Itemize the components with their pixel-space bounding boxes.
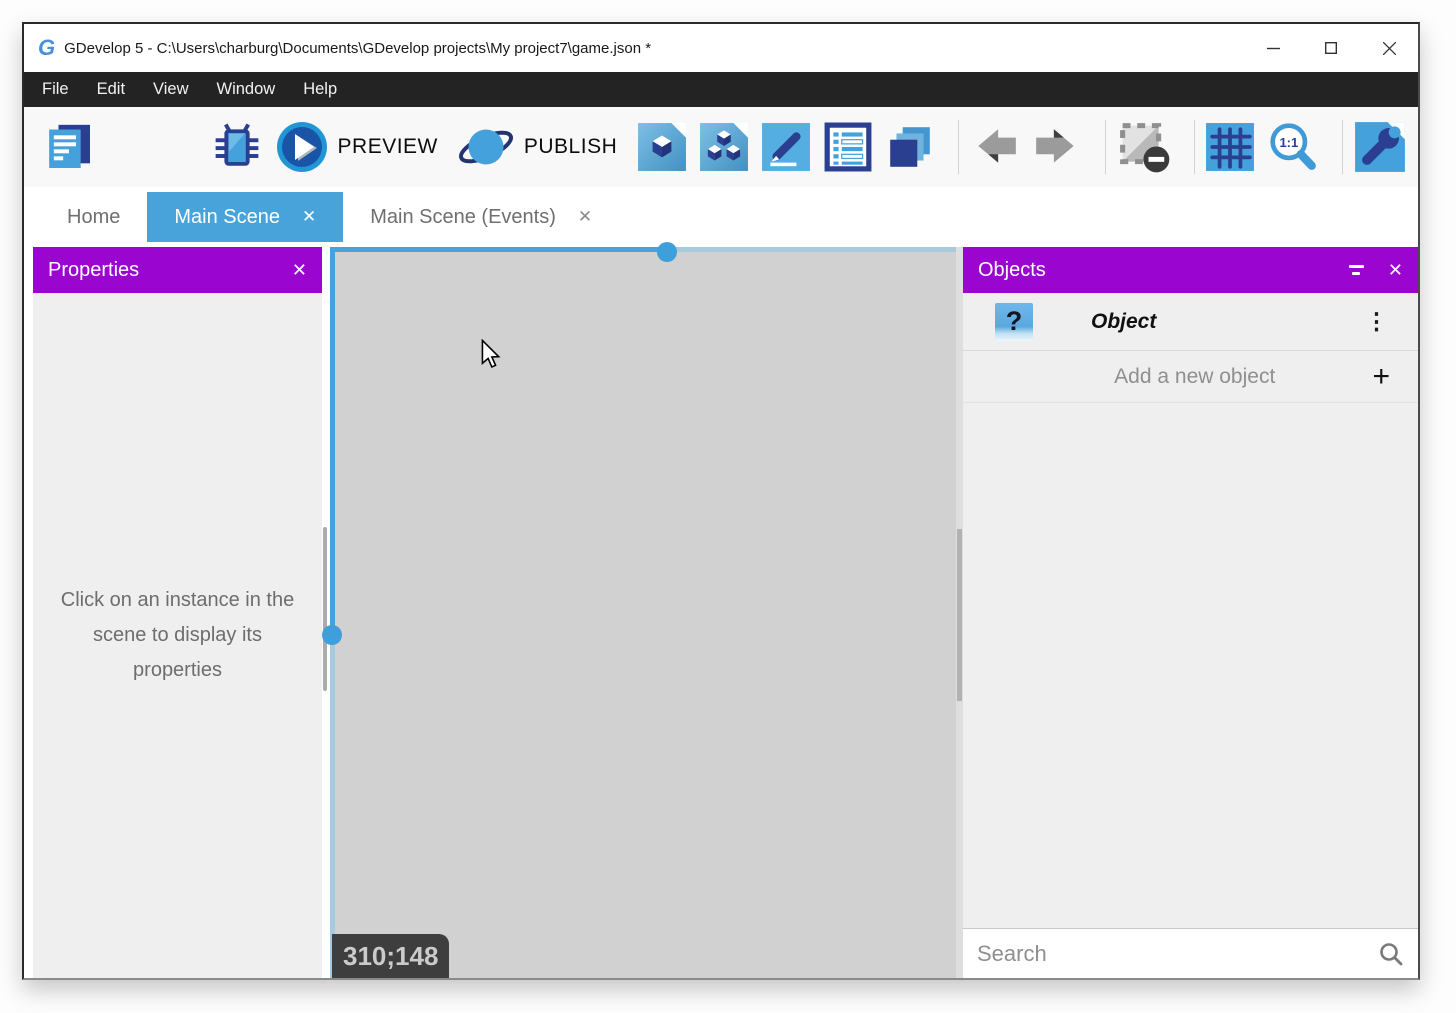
properties-panel: Properties ✕ Click on an instance in the… [33,247,322,978]
properties-empty-message: Click on an instance in the scene to dis… [52,583,304,688]
debug-button[interactable] [210,120,264,174]
layers-icon [885,122,935,172]
svg-text:1:1: 1:1 [1280,135,1299,150]
canvas-hscrollbar[interactable] [330,247,667,252]
titlebar: G GDevelop 5 - C:\Users\charburg\Documen… [24,24,1418,72]
tab-close-icon[interactable]: ✕ [302,207,316,227]
deselect-all-button[interactable] [1117,120,1171,174]
menu-item-help[interactable]: Help [289,72,351,107]
tab-main-scene[interactable]: Main Scene ✕ [147,192,343,242]
tab-main-scene-label: Main Scene [174,206,280,229]
properties-header: Properties ✕ [33,247,322,293]
minimize-button[interactable] [1244,24,1302,72]
maximize-icon [1326,43,1337,54]
preview-label: PREVIEW [338,135,438,159]
objects-list-empty-area [963,403,1418,928]
gdevelop-logo: G [38,37,55,59]
object-icon: ? [995,303,1033,341]
objects-search-input[interactable] [977,941,1378,967]
tabbar: Home Main Scene ✕ Main Scene (Events) ✕ [24,187,1418,242]
add-object-row[interactable]: Add a new object + [963,351,1418,403]
search-icon[interactable] [1378,941,1404,967]
zoom-original-button[interactable]: 1:1 [1267,121,1319,173]
canvas-hscroll-thumb[interactable] [657,242,677,262]
close-icon [1383,42,1396,55]
open-layers-button[interactable] [885,122,935,172]
undo-button[interactable] [970,124,1020,170]
objects-panel: Objects ✕ ? Object ⋮ Add a new object + [963,247,1418,978]
edit-scene-icon [637,122,687,172]
menu-item-edit[interactable]: Edit [83,72,139,107]
close-button[interactable] [1360,24,1418,72]
canvas-right-scroll-thumb[interactable] [957,529,962,701]
object-name: Object [1091,310,1365,334]
objects-header: Objects ✕ [963,247,1418,293]
preview-button[interactable]: PREVIEW [276,121,438,173]
canvas-vscroll-thumb[interactable] [322,625,342,645]
menubar: File Edit View Window Help [24,72,1418,107]
events-sheet-icon [823,122,873,172]
zoom-one-to-one-icon: 1:1 [1267,121,1319,173]
add-object-label: Add a new object [963,365,1372,389]
toolbar: PREVIEW PUBLISH [24,107,1418,187]
publish-button[interactable]: PUBLISH [458,120,617,174]
tools-wrench-icon [1354,121,1406,173]
scene-canvas[interactable]: 310;148 [330,247,963,978]
publish-label: PUBLISH [524,135,617,159]
app-window: G GDevelop 5 - C:\Users\charburg\Documen… [22,22,1420,980]
properties-scrollbar[interactable] [323,527,327,691]
menu-item-file[interactable]: File [28,72,83,107]
object-row[interactable]: ? Object ⋮ [963,293,1418,351]
toggle-grid-button[interactable] [1205,122,1255,172]
coordinates-badge: 310;148 [332,934,449,978]
tab-home[interactable]: Home [40,192,147,242]
properties-close-icon[interactable]: ✕ [292,260,307,281]
objects-searchbar [963,928,1418,978]
add-object-plus-icon[interactable]: + [1372,362,1390,392]
tab-close-icon[interactable]: ✕ [578,207,592,227]
mouse-cursor-icon [480,339,502,369]
edit-properties-pencil-icon [761,122,811,172]
objects-close-icon[interactable]: ✕ [1388,260,1403,281]
main-content: Properties ✕ Click on an instance in the… [24,242,1418,978]
undo-icon [970,124,1020,170]
objects-title: Objects [978,259,1349,282]
settings-button[interactable] [1354,121,1406,173]
menu-item-view[interactable]: View [139,72,202,107]
object-menu-kebab-icon[interactable]: ⋮ [1365,308,1388,335]
properties-title: Properties [48,259,272,282]
grid-icon [1205,122,1255,172]
canvas-vscrollbar-track[interactable] [330,635,335,978]
redo-button[interactable] [1032,124,1082,170]
edit-scene-group-icon [699,122,749,172]
maximize-button[interactable] [1302,24,1360,72]
edit-scene-button[interactable] [637,122,687,172]
play-icon [276,121,328,173]
publish-globe-icon [458,120,514,174]
tab-main-scene-events-label: Main Scene (Events) [370,206,556,229]
tab-main-scene-events[interactable]: Main Scene (Events) ✕ [343,192,619,242]
menu-item-window[interactable]: Window [203,72,290,107]
edit-events-button[interactable] [823,122,873,172]
project-manager-icon [41,119,97,175]
canvas-hscrollbar-track[interactable] [667,247,963,252]
canvas-vscrollbar[interactable] [330,247,335,635]
edit-scene-properties-button[interactable] [761,122,811,172]
project-manager-button[interactable] [41,119,97,175]
deselect-icon [1117,120,1171,174]
tab-home-label: Home [67,206,120,229]
redo-icon [1032,124,1082,170]
filter-icon[interactable] [1349,265,1364,275]
edit-scene-group-button[interactable] [699,122,749,172]
properties-body: Click on an instance in the scene to dis… [33,293,322,978]
debug-icon [210,120,264,174]
window-title: GDevelop 5 - C:\Users\charburg\Documents… [64,40,1244,57]
